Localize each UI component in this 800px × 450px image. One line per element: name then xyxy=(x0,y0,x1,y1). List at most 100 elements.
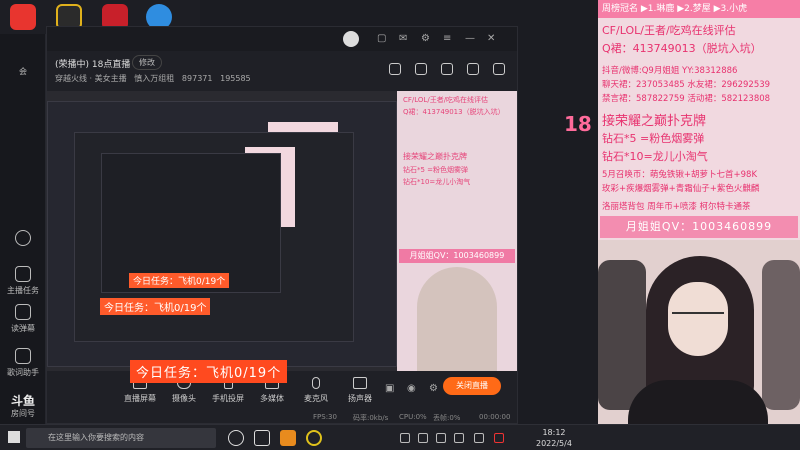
speaker-label: 扬声器 xyxy=(348,394,372,403)
volume-icon[interactable] xyxy=(454,433,464,443)
stream-info-overlay: 周榜冠名 ▶1.琳鹿 ▶2.梦屋 ▶3.小虎 CF/LOL/王者/吃鸡在线评估 … xyxy=(598,0,800,450)
network-icon[interactable] xyxy=(400,433,410,443)
menu-icon[interactable]: ≡ xyxy=(443,33,451,44)
settings-icon[interactable]: ⚙ xyxy=(421,33,430,44)
lyrics-helper-label: 歌词助手 xyxy=(7,368,39,377)
nested-preview-1: 今日任务：飞机0/19个 今日任务：飞机0/19个 xyxy=(47,101,397,367)
close-icon[interactable]: ✕ xyxy=(487,33,495,44)
room-id: 897371 xyxy=(181,74,213,83)
webcam-feed xyxy=(598,240,800,450)
fps-stat: FPS:30 xyxy=(313,413,337,421)
netease-music-icon[interactable] xyxy=(10,4,36,30)
preview-qq-banner: 月姐姐QV：1003460899 xyxy=(399,249,515,263)
microphone-icon xyxy=(312,377,320,389)
anchor-task-label: 主播任务 xyxy=(7,286,39,295)
preview-webcam xyxy=(417,267,497,371)
more-icon[interactable] xyxy=(0,230,46,249)
glasses xyxy=(672,312,724,326)
close-live-button[interactable]: 关闭直播 xyxy=(443,377,501,395)
douyu-logo: 斗鱼 xyxy=(10,394,35,408)
webcam-label: 摄像头 xyxy=(172,394,196,403)
cpu-stat: CPU:0% xyxy=(399,413,427,421)
preview-line1: CF/LOL/王者/吃鸡在线评估 xyxy=(403,96,489,104)
phone-cast-label: 手机投屏 xyxy=(212,394,244,403)
app-taskbar-icon[interactable] xyxy=(280,430,296,446)
qq-banner: 月姐姐QV：1003460899 xyxy=(600,216,798,238)
tray-icon-3[interactable] xyxy=(474,433,484,443)
badge-18: 18 xyxy=(564,112,592,136)
overlay-line6: 接荣耀之巅扑克牌 xyxy=(602,114,707,129)
obs-taskbar-icon[interactable] xyxy=(306,430,322,446)
douyu-tray-icon[interactable] xyxy=(494,433,504,443)
overlay-line1: CF/LOL/王者/吃鸡在线评估 xyxy=(602,24,736,37)
dropframe-stat: 丢帧:0% xyxy=(433,414,461,422)
speaker-button[interactable]: 扬声器 xyxy=(339,377,381,404)
preview-line7: 钻石*5 =粉色烟雾弹 xyxy=(403,166,469,174)
overlay-line11: 洛丽塔背包 周年币+喷漆 柯尔特卡通茶 xyxy=(602,202,751,212)
stream-preview[interactable]: 今日任务：飞机0/19个 今日任务：飞机0/19个 CF/LOL/王者/吃鸡在线… xyxy=(47,91,517,371)
overlay-line7: 钻石*5 =粉色烟雾弹 xyxy=(602,132,705,145)
bell-icon[interactable] xyxy=(467,63,479,75)
mini-task-banner-2: 今日任务：飞机0/19个 xyxy=(100,298,211,315)
nested-preview-3 xyxy=(101,153,281,293)
clock-date: 2022/5/4 xyxy=(536,439,572,448)
clock-time: 18:12 xyxy=(542,428,566,437)
chair-right xyxy=(762,260,800,410)
speaker-icon xyxy=(353,377,367,389)
overlay-line10: 玫彩+疾爆烟雾弹+青霜仙子+紫色火麒麟 xyxy=(602,184,760,194)
top-tools xyxy=(375,63,505,78)
overlay-line2: Q裙：413749013（脱坑入坑） xyxy=(602,42,762,55)
camera-icon[interactable] xyxy=(441,63,453,75)
read-danmu-label: 读弹幕 xyxy=(11,324,35,333)
preview-line8: 钻石*10=龙儿小淘气 xyxy=(403,178,471,186)
tray-icon-2[interactable] xyxy=(436,433,446,443)
multimedia-label: 多媒体 xyxy=(260,394,284,403)
timer-stat: 00:00:00 xyxy=(479,413,511,421)
weekly-rank-header: 周榜冠名 ▶1.琳鹿 ▶2.梦屋 ▶3.小虎 xyxy=(598,0,800,18)
overlay-line8: 钻石*10=龙儿小淘气 xyxy=(602,150,708,163)
strip-label: 会 xyxy=(19,67,27,76)
overlay-line3: 抖音/微博:Q9月姐姐 YY:38312886 xyxy=(602,66,738,76)
bitrate-stat: 码率:0kb/s xyxy=(353,414,389,422)
left-toolbar: 会 主播任务 读弹幕 歌词助手 斗鱼 房间号 xyxy=(0,34,46,424)
screen-capture-label: 直播屏幕 xyxy=(124,394,156,403)
record-icon[interactable]: ▣ xyxy=(385,383,394,394)
preview-line6: 接荣耀之巅扑克牌 xyxy=(403,152,467,161)
room-title: (荣播中) 18点直播 xyxy=(55,60,131,70)
task-view-icon[interactable] xyxy=(254,430,270,446)
gift-icon[interactable] xyxy=(389,63,401,75)
overlay-line4: 聊天裙：237053485 水友裙：296292539 xyxy=(602,80,771,90)
taskbar-search[interactable]: 在这里输入你要搜索的内容 xyxy=(26,428,216,448)
chair-left xyxy=(598,260,646,410)
read-danmu-button[interactable]: 读弹幕 xyxy=(0,304,46,334)
daily-task-banner: 今日任务：飞机0/19个 xyxy=(130,360,288,383)
eye-icon[interactable]: ◉ xyxy=(407,383,416,394)
edit-title-button[interactable]: 修改 xyxy=(132,55,162,70)
gear-icon[interactable]: ⚙ xyxy=(429,383,438,394)
preview-line2: Q裙：413749013（脱坑入坑） xyxy=(403,108,505,116)
category-label: 穿越火线 · 美女主播 慎入万组租 897371 195585 xyxy=(55,73,251,84)
overlay-line9: 5月召唤币：萌兔铁锹+胡萝卜七首+98K xyxy=(602,170,758,180)
room-info-bar: (荣播中) 18点直播 修改 穿越火线 · 美女主播 慎入万组租 897371 … xyxy=(47,51,517,91)
group-text: 慎入万组租 xyxy=(134,74,175,83)
fans-count: 195585 xyxy=(220,74,251,83)
window-titlebar: ▢ ✉ ⚙ ≡ — ✕ xyxy=(47,27,517,51)
anchor-task-button[interactable]: 主播任务 xyxy=(0,266,46,296)
microphone-button[interactable]: 麦克风 xyxy=(295,377,337,404)
category-text[interactable]: 穿越火线 · 美女主播 xyxy=(55,74,127,83)
windows-start-icon[interactable] xyxy=(8,431,20,443)
mini-task-banner: 今日任务：飞机0/19个 xyxy=(129,273,230,288)
lyrics-helper-button[interactable]: 歌词助手 xyxy=(0,348,46,378)
avatar[interactable] xyxy=(343,31,359,47)
tray-icon-1[interactable] xyxy=(418,433,428,443)
skin-icon[interactable]: ▢ xyxy=(377,33,386,44)
room-number-label: 房间号 xyxy=(11,409,35,418)
minimize-icon[interactable]: — xyxy=(465,33,475,44)
clock[interactable]: 18:12 2022/5/4 xyxy=(536,427,572,449)
lock-icon[interactable] xyxy=(415,63,427,75)
overlay-line5: 禁言裙：587822759 活动裙：582123808 xyxy=(602,94,771,104)
share-icon[interactable] xyxy=(493,63,505,75)
mail-icon[interactable]: ✉ xyxy=(399,33,407,44)
preview-overlay-panel: CF/LOL/王者/吃鸡在线评估 Q裙：413749013（脱坑入坑） 接荣耀之… xyxy=(397,91,517,371)
cortana-icon[interactable] xyxy=(228,430,244,446)
